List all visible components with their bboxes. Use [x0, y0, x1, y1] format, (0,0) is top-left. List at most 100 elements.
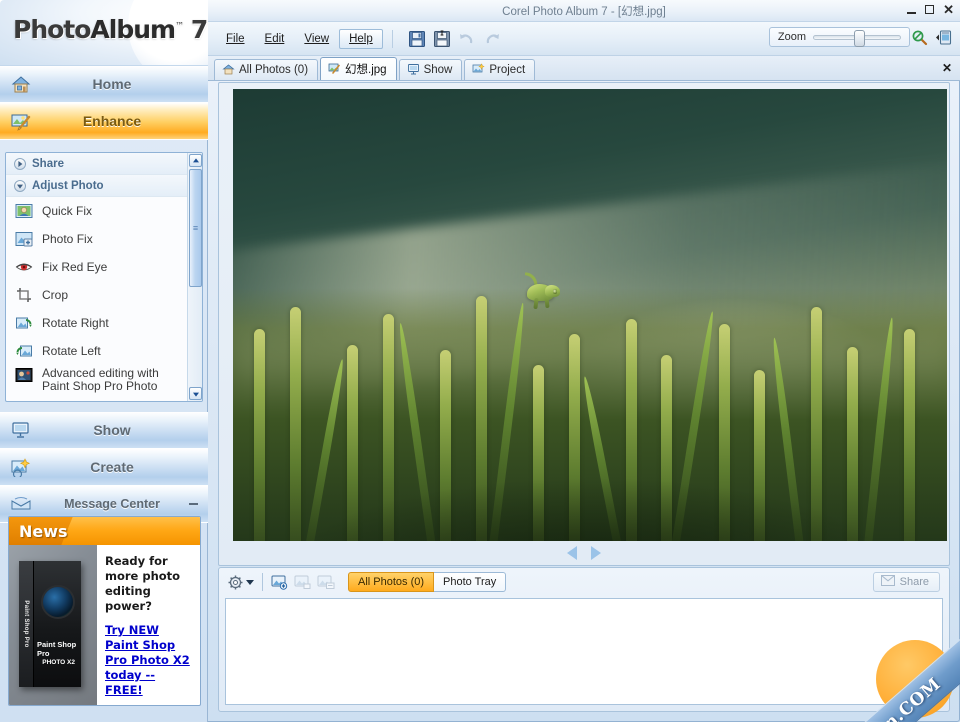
logo-trademark: ™	[175, 21, 184, 32]
tab-show-label: Show	[423, 64, 453, 76]
photo-fix-icon	[15, 231, 33, 247]
zoom-label: Zoom	[777, 31, 806, 43]
sidebar-item-create[interactable]: Create	[0, 449, 208, 486]
product-box-spine-text: Paint Shop Pro	[23, 600, 29, 648]
collapsed-arrow-icon	[14, 157, 26, 170]
section-share[interactable]: Share	[6, 153, 202, 175]
advanced-editing-icon	[15, 367, 33, 383]
scroll-up-arrow[interactable]	[189, 154, 202, 167]
tool-fix-red-eye[interactable]: Fix Red Eye	[6, 253, 202, 281]
redo-button	[483, 30, 501, 48]
tab-project-label: Project	[489, 64, 526, 76]
minimize-button[interactable]	[907, 11, 917, 14]
product-box: Paint Shop Pro Paint Shop Pro PHOTO X2	[19, 561, 81, 687]
show-icon	[407, 63, 420, 78]
section-adjust-photo[interactable]: Adjust Photo	[6, 175, 202, 197]
logo-primary: Photo	[13, 15, 91, 44]
toolbar-separator	[391, 29, 393, 48]
zoom-slider-thumb[interactable]	[854, 29, 865, 47]
view-icons	[911, 29, 952, 51]
tray-separator	[262, 573, 263, 591]
menu-file[interactable]: File	[216, 29, 255, 49]
tray-toolbar: All Photos (0) Photo Tray Share	[219, 568, 949, 596]
zoom-control[interactable]: Zoom	[768, 27, 910, 47]
menu-bar: File Edit View Help Zoom	[208, 22, 960, 56]
tab-show[interactable]: Show	[398, 59, 463, 80]
save-as-button[interactable]	[433, 30, 451, 48]
close-button[interactable]: ✕	[943, 3, 954, 16]
main-area: Corel Photo Album 7 - [幻想.jpg] ✕ File Ed…	[208, 0, 960, 722]
expanded-arrow-icon	[14, 179, 26, 192]
zoom-slider-track[interactable]	[813, 29, 901, 47]
menu-view-label: View	[304, 32, 330, 45]
add-to-tray-icon[interactable]	[271, 574, 289, 590]
product-box-name: Paint Shop Pro	[37, 640, 77, 658]
tray-content-area[interactable]	[225, 598, 943, 705]
window-title: Corel Photo Album 7 - [幻想.jpg]	[502, 6, 666, 18]
scrollbar-thumb[interactable]	[189, 169, 202, 287]
tool-rotate-right[interactable]: Rotate Right	[6, 309, 202, 337]
logo-text: PhotoAlbum™ 7	[13, 15, 208, 44]
photo-wheat-field	[233, 287, 947, 541]
zoom-reset-icon[interactable]	[911, 29, 928, 51]
tool-fix-red-eye-label: Fix Red Eye	[42, 260, 108, 274]
enhance-icon	[328, 62, 341, 77]
sidebar-scrollbar[interactable]	[187, 153, 202, 401]
news-link[interactable]: Try NEW Paint Shop Pro Photo X2 today --…	[105, 623, 194, 698]
news-text: Ready for more photo editing power? Try …	[97, 545, 200, 705]
photo-canvas[interactable]	[233, 89, 947, 541]
news-title: News	[19, 522, 68, 541]
previous-photo-button[interactable]	[567, 546, 577, 560]
save-button[interactable]	[408, 30, 426, 48]
fit-to-window-icon[interactable]	[935, 29, 952, 51]
document-tabs: All Photos (0) 幻想.jpg Show Project ✕	[208, 56, 960, 81]
section-adjust-photo-label: Adjust Photo	[32, 179, 104, 192]
product-box-title: Paint Shop Pro PHOTO X2	[37, 640, 78, 667]
share-button: Share	[872, 572, 940, 592]
tool-crop-label: Crop	[42, 288, 69, 302]
menu-edit[interactable]: Edit	[255, 29, 295, 49]
maximize-button[interactable]	[925, 5, 935, 14]
adjust-photo-panel: Share Adjust Photo Quick Fix Photo Fix F…	[5, 152, 203, 402]
chevron-down-icon	[246, 579, 254, 585]
photo-tray-panel: All Photos (0) Photo Tray Share	[218, 567, 950, 712]
sidebar-item-home[interactable]: Home	[0, 66, 208, 103]
home-icon	[222, 63, 235, 78]
tool-photo-fix[interactable]: Photo Fix	[6, 225, 202, 253]
sidebar-item-show[interactable]: Show	[0, 412, 208, 449]
share-button-label: Share	[899, 576, 929, 588]
tab-all-photos-label: All Photos (0)	[239, 64, 309, 76]
menu-view[interactable]: View	[294, 29, 339, 49]
tab-all-photos[interactable]: All Photos (0)	[214, 59, 319, 80]
tray-tab-all-photos[interactable]: All Photos (0)	[348, 572, 435, 592]
window-controls: ✕	[907, 3, 954, 16]
tray-tab-photo-tray[interactable]: Photo Tray	[434, 572, 507, 592]
title-bar: Corel Photo Album 7 - [幻想.jpg] ✕	[208, 0, 960, 22]
next-photo-button[interactable]	[591, 546, 601, 560]
tab-photo-document-label: 幻想.jpg	[345, 64, 387, 76]
sidebar-item-enhance[interactable]: Enhance	[0, 103, 208, 140]
scroll-down-arrow[interactable]	[189, 387, 202, 400]
crop-icon	[15, 287, 33, 303]
tool-rotate-left-label: Rotate Left	[42, 344, 101, 358]
tool-advanced-editing[interactable]: Advanced editing with Paint Shop Pro Pho…	[6, 365, 202, 393]
menu-help[interactable]: Help	[339, 28, 383, 49]
message-center-minimize-button[interactable]	[189, 503, 198, 505]
tool-rotate-left[interactable]: Rotate Left	[6, 337, 202, 365]
product-box-image: Paint Shop Pro Paint Shop Pro PHOTO X2	[9, 545, 97, 705]
news-panel: News Paint Shop Pro Paint Shop Pro PHOTO…	[8, 516, 201, 706]
tab-project[interactable]: Project	[464, 59, 536, 80]
home-icon	[10, 74, 32, 94]
tray-options-button[interactable]	[227, 574, 254, 591]
show-icon	[10, 420, 32, 440]
product-box-spine: Paint Shop Pro	[19, 561, 34, 687]
tool-rotate-right-label: Rotate Right	[42, 316, 109, 330]
rotate-right-icon	[15, 315, 33, 331]
tool-crop[interactable]: Crop	[6, 281, 202, 309]
tab-photo-document[interactable]: 幻想.jpg	[320, 57, 397, 80]
toolbar	[408, 30, 501, 48]
project-icon	[472, 62, 486, 78]
tool-quick-fix[interactable]: Quick Fix	[6, 197, 202, 225]
share-envelope-icon	[880, 575, 895, 589]
close-tab-button[interactable]: ✕	[942, 61, 952, 75]
